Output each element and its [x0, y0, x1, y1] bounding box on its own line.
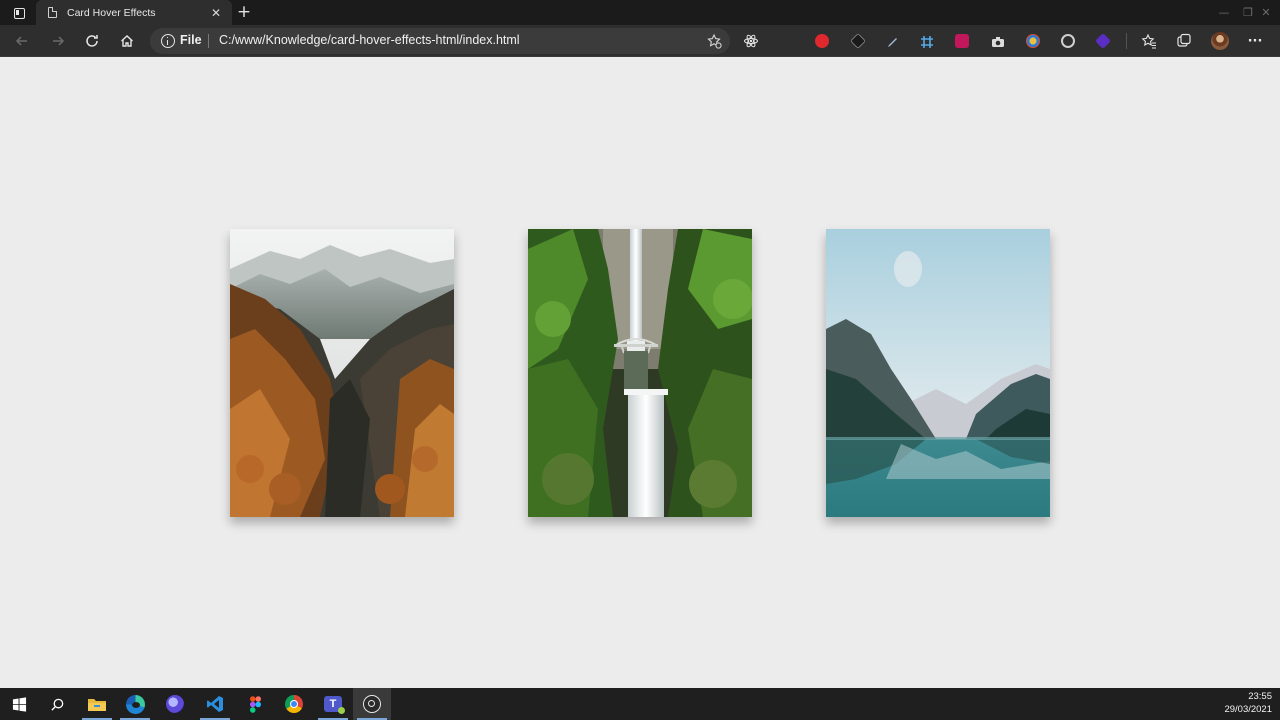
teams-app[interactable]: T — [314, 688, 352, 720]
extension-pencil-icon[interactable] — [886, 34, 900, 48]
extension-camera-icon[interactable] — [991, 34, 1005, 48]
site-info-icon[interactable] — [161, 34, 175, 48]
home-icon — [121, 35, 133, 47]
tab-actions-icon[interactable] — [8, 4, 30, 22]
extension-red-icon[interactable] — [815, 34, 829, 48]
forward-button[interactable] — [47, 30, 69, 52]
refresh-button[interactable] — [81, 30, 103, 52]
edge-icon — [125, 694, 145, 714]
close-window-button[interactable]: ✕ — [1250, 0, 1280, 25]
toolbar-divider — [1126, 33, 1127, 49]
scheme-label: File — [180, 33, 202, 47]
tab-close-icon[interactable]: ✕ — [208, 6, 224, 20]
extension-grid-icon[interactable] — [920, 34, 934, 48]
forward-arrow-icon — [53, 36, 65, 46]
tab-strip: Card Hover Effects ✕ + — ❐ ✕ — [0, 0, 1280, 25]
new-tab-button[interactable]: + — [234, 2, 254, 22]
collections-icon — [1177, 33, 1191, 47]
more-menu-button[interactable]: ··· — [1244, 30, 1266, 52]
url-text[interactable]: C:/www/Knowledge/card-hover-effects-html… — [219, 33, 520, 47]
teams-icon: T — [324, 696, 345, 714]
waterfall-image — [528, 229, 752, 517]
favorites-icon — [1141, 33, 1156, 49]
obs-icon — [363, 695, 381, 713]
windows-logo-icon — [12, 696, 26, 712]
search-icon — [50, 698, 63, 711]
vscode-icon — [207, 696, 223, 712]
react-devtools-button[interactable] — [740, 30, 762, 52]
obs-app[interactable] — [353, 688, 391, 720]
avatar — [1211, 32, 1229, 50]
chrome-app[interactable] — [275, 688, 313, 720]
chrome-icon — [285, 695, 303, 713]
clock-time: 23:55 — [1248, 691, 1272, 702]
mountain-lake-image — [826, 229, 1050, 517]
vscode-app[interactable] — [196, 688, 234, 720]
profile-button[interactable] — [1209, 30, 1231, 52]
address-divider — [208, 34, 209, 48]
file-explorer-app[interactable] — [78, 688, 116, 720]
card-autumn-valley[interactable] — [230, 229, 454, 517]
back-button[interactable] — [11, 30, 33, 52]
tab-card-hover-effects[interactable]: Card Hover Effects ✕ — [36, 0, 232, 25]
collections-button[interactable] — [1173, 30, 1195, 52]
card-mountain-lake[interactable] — [826, 229, 1050, 517]
refresh-icon — [86, 35, 98, 47]
tab-title: Card Hover Effects — [67, 6, 156, 19]
start-button[interactable] — [0, 688, 38, 720]
page-icon — [48, 7, 57, 18]
search-button[interactable] — [38, 688, 76, 720]
react-icon — [744, 34, 758, 48]
clock-date: 29/03/2021 — [1224, 704, 1272, 715]
extension-circle-icon[interactable] — [1061, 34, 1075, 48]
home-button[interactable] — [116, 30, 138, 52]
browser-toolbar: File C:/www/Knowledge/card-hover-effects… — [0, 25, 1280, 57]
card-waterfall[interactable] — [528, 229, 752, 517]
extension-color-icon[interactable] — [1026, 34, 1040, 48]
add-favorite-icon[interactable] — [706, 33, 722, 49]
address-bar[interactable]: File C:/www/Knowledge/card-hover-effects… — [150, 28, 730, 54]
extension-purple-icon[interactable] — [1095, 33, 1111, 49]
firefox-nightly-app[interactable] — [156, 688, 194, 720]
edge-browser-app[interactable] — [116, 688, 154, 720]
figma-app[interactable] — [236, 688, 274, 720]
page-viewport — [0, 57, 1280, 688]
folder-icon — [88, 699, 106, 711]
favorites-button[interactable] — [1138, 30, 1160, 52]
browser-purple-icon — [166, 695, 184, 713]
figma-icon — [249, 695, 261, 713]
extension-pen-icon[interactable] — [850, 33, 866, 49]
back-arrow-icon — [15, 36, 27, 46]
taskbar: T 23:55 29/03/2021 — [0, 688, 1280, 720]
extension-pink-icon[interactable] — [955, 34, 969, 48]
autumn-valley-image — [230, 229, 454, 517]
system-clock[interactable]: 23:55 29/03/2021 — [1224, 690, 1272, 716]
